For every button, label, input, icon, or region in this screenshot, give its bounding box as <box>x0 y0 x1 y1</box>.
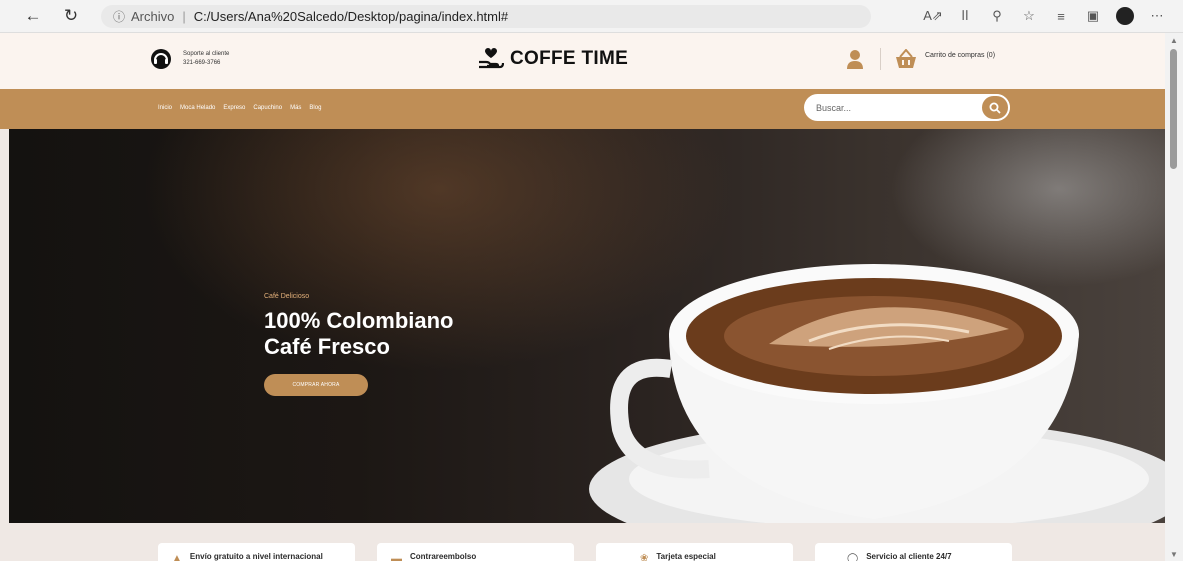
info-icon[interactable]: ⓘ <box>113 8 125 25</box>
address-separator: | <box>182 9 186 24</box>
browser-actions: A⇗ اا ⚲ ☆ ≡ ▣ ⋯ <box>917 5 1173 27</box>
search-button[interactable] <box>980 94 1010 121</box>
address-bar[interactable]: ⓘ Archivo | C:/Users/Ana%20Salcedo/Deskt… <box>101 5 871 28</box>
feature-card-shipping: ▲ Envío gratuito a nivel internacional <box>158 543 355 561</box>
headset-icon <box>151 49 171 69</box>
hero-title-line1: 100% Colombiano <box>264 308 454 333</box>
hero-title: 100% Colombiano Café Fresco <box>264 308 453 360</box>
feature-label: Envío gratuito a nivel internacional <box>189 552 323 561</box>
features-strip: ▲ Envío gratuito a nivel internacional ▬… <box>0 523 1165 561</box>
support-phone: 321-669-3766 <box>183 60 221 66</box>
read-aloud-icon[interactable]: A⇗ <box>917 5 949 27</box>
feature-card-giftcard: ❀ Tarjeta especial <box>596 543 793 561</box>
hero-banner: Café Delicioso 100% Colombiano Café Fres… <box>9 129 1165 523</box>
main-nav: Inicio Moca Helado Expreso Capuchino Más… <box>0 89 1165 129</box>
user-cart-area: Carrito de compras (0) <box>846 48 995 70</box>
translate-icon[interactable]: اا <box>949 5 981 27</box>
support-text: Soporte al cliente 321-669-3766 <box>183 50 229 68</box>
search-box <box>804 94 1010 121</box>
profile-avatar[interactable] <box>1109 5 1141 27</box>
hero-kicker: Café Delicioso <box>264 293 310 300</box>
nav-item-blog[interactable]: Blog <box>309 105 321 111</box>
search-icon <box>989 102 1001 114</box>
support-label: Soporte al cliente <box>183 51 230 57</box>
nav-item-moca-helado[interactable]: Moca Helado <box>180 105 215 111</box>
scroll-down-icon[interactable]: ▼ <box>1170 550 1178 559</box>
cart-label[interactable]: Carrito de compras (0) <box>925 52 995 59</box>
truck-icon: ▲ <box>172 553 182 561</box>
basket-icon[interactable] <box>895 49 917 69</box>
user-icon[interactable] <box>846 49 864 69</box>
money-icon: ▬ <box>391 553 402 561</box>
clock-icon: ◯ <box>847 553 859 561</box>
scroll-up-icon[interactable]: ▲ <box>1170 36 1178 45</box>
feature-label: Tarjeta especial <box>656 552 716 561</box>
url-text[interactable]: C:/Users/Ana%20Salcedo/Desktop/pagina/in… <box>194 9 508 24</box>
more-icon[interactable]: ⋯ <box>1141 5 1173 27</box>
coffee-hand-heart-icon <box>479 48 504 69</box>
favorite-add-icon[interactable]: ☆ <box>1013 5 1045 27</box>
refresh-icon[interactable]: ↻ <box>60 5 82 27</box>
nav-item-inicio[interactable]: Inicio <box>158 105 172 111</box>
coffee-cup-image <box>589 264 1165 523</box>
collections-icon[interactable]: ▣ <box>1077 5 1109 27</box>
logo-text: COFFE TIME <box>510 48 629 69</box>
nav-item-expreso[interactable]: Expreso <box>223 105 245 111</box>
favorites-icon[interactable]: ≡ <box>1045 5 1077 27</box>
page-scrollbar[interactable]: ▲ ▼ <box>1165 33 1183 561</box>
scroll-thumb[interactable] <box>1170 49 1177 169</box>
gift-icon: ❀ <box>640 553 649 561</box>
buy-now-button[interactable]: COMPRAR AHORA <box>264 374 368 396</box>
feature-card-support: ◯ Servicio al cliente 24/7 <box>815 543 1012 561</box>
page-viewport: Soporte al cliente 321-669-3766 COFFE TI… <box>0 33 1165 561</box>
nav-menu: Inicio Moca Helado Expreso Capuchino Más… <box>158 105 321 111</box>
nav-item-capuchino[interactable]: Capuchino <box>253 105 282 111</box>
hero-content: Café Delicioso 100% Colombiano Café Fres… <box>264 293 453 396</box>
feature-label: Servicio al cliente 24/7 <box>866 552 952 561</box>
browser-toolbar: ← ↻ ⓘ Archivo | C:/Users/Ana%20Salcedo/D… <box>0 0 1183 33</box>
search-input[interactable] <box>804 101 974 114</box>
customer-support[interactable]: Soporte al cliente 321-669-3766 <box>150 48 229 70</box>
address-label: Archivo <box>131 9 175 24</box>
hero-title-line2: Café Fresco <box>264 334 390 359</box>
nav-item-mas[interactable]: Más <box>290 105 301 111</box>
header-divider <box>880 48 881 70</box>
feature-label: Contrareembolso <box>410 552 477 561</box>
feature-card-cod: ▬ Contrareembolso <box>377 543 574 561</box>
logo[interactable]: COFFE TIME <box>478 48 628 70</box>
zoom-icon[interactable]: ⚲ <box>981 5 1013 27</box>
back-arrow-icon[interactable]: ← <box>22 5 44 27</box>
top-header: Soporte al cliente 321-669-3766 COFFE TI… <box>0 33 1165 89</box>
